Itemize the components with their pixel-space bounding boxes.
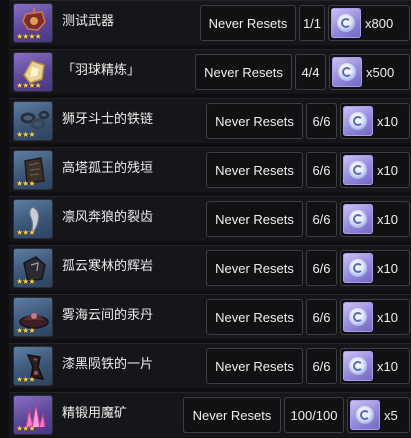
item-name: 雾海云间的汞丹 (62, 308, 154, 323)
reset-label: Never Resets (206, 348, 303, 384)
purchase-limit: 4/4 (295, 54, 326, 90)
item-rarity-stars: ★★★★ (16, 81, 42, 90)
shop-item-row[interactable]: ★★★★ 「羽球精炼」 Never Resets 4/4 x500 (9, 49, 411, 94)
item-thumbnail: ★★★ (13, 297, 53, 337)
reset-label: Never Resets (206, 250, 303, 286)
price-tag: x10 (340, 103, 410, 139)
item-thumbnail: ★★★ (13, 101, 53, 141)
price-tag: x800 (328, 5, 410, 41)
price-tag: x10 (340, 250, 410, 286)
item-rarity-stars: ★★★ (16, 179, 35, 188)
price-amount: x500 (366, 64, 395, 80)
price-amount: x10 (377, 162, 398, 178)
starglitter-gem-icon (350, 400, 380, 430)
item-name: 测试武器 (62, 14, 115, 29)
item-rarity-stars: ★★★ (16, 375, 35, 384)
reset-label: Never Resets (206, 201, 303, 237)
shop-item-row[interactable]: ★★★ 狮牙斗士的铁链 Never Resets 6/6 x10 (9, 98, 411, 143)
shop-item-row[interactable]: ★★★ 漆黑陨铁的一片 Never Resets 6/6 x10 (9, 343, 411, 388)
price-tag: x10 (340, 201, 410, 237)
item-rarity-stars: ★★★ (16, 277, 35, 286)
item-thumbnail: ★★★ (13, 199, 53, 239)
shop-item-row[interactable]: ★★★ 雾海云间的汞丹 Never Resets 6/6 x10 (9, 294, 411, 339)
shop-item-row[interactable]: ★★★ 凛风奔狼的裂齿 Never Resets 6/6 x10 (9, 196, 411, 241)
item-rarity-stars: ★★★ (16, 424, 35, 433)
price-amount: x10 (377, 260, 398, 276)
item-name: 精锻用魔矿 (62, 406, 128, 421)
starglitter-gem-icon (332, 57, 362, 87)
price-amount: x10 (377, 309, 398, 325)
starglitter-gem-icon (343, 106, 373, 136)
shop-item-row[interactable]: ★★★ 精锻用魔矿 Never Resets 100/100 x5 (9, 392, 411, 437)
reset-label: Never Resets (183, 397, 281, 433)
item-rarity-stars: ★★★ (16, 228, 35, 237)
item-thumbnail: ★★★ (13, 395, 53, 435)
shop-item-row[interactable]: ★★★★ 测试武器 Never Resets 1/1 x800 (9, 0, 411, 45)
reset-label: Never Resets (195, 54, 292, 90)
price-amount: x800 (365, 15, 394, 31)
shop-item-row[interactable]: ★★★ 高塔孤王的残垣 Never Resets 6/6 x10 (9, 147, 411, 192)
item-name: 凛风奔狼的裂齿 (62, 210, 154, 225)
purchase-limit: 6/6 (306, 250, 337, 286)
purchase-limit: 100/100 (284, 397, 344, 433)
shop-item-list: ★★★★ 测试武器 Never Resets 1/1 x800 ★★★★ 「羽球… (0, 0, 411, 438)
reset-label: Never Resets (206, 299, 303, 335)
starglitter-gem-icon (343, 204, 373, 234)
reset-label: Never Resets (200, 5, 296, 41)
purchase-limit: 6/6 (306, 103, 337, 139)
item-name: 「羽球精炼」 (62, 63, 141, 78)
starglitter-gem-icon (343, 253, 373, 283)
item-name: 高塔孤王的残垣 (62, 161, 154, 176)
item-name: 漆黑陨铁的一片 (62, 357, 154, 372)
starglitter-gem-icon (343, 302, 373, 332)
price-tag: x5 (347, 397, 410, 433)
item-name: 孤云寒林的辉岩 (62, 259, 154, 274)
item-thumbnail: ★★★★ (13, 52, 53, 92)
price-amount: x5 (384, 407, 398, 423)
item-name: 狮牙斗士的铁链 (62, 112, 154, 127)
price-tag: x10 (340, 299, 410, 335)
starglitter-gem-icon (343, 155, 373, 185)
reset-label: Never Resets (206, 152, 303, 188)
item-thumbnail: ★★★ (13, 150, 53, 190)
item-rarity-stars: ★★★ (16, 130, 35, 139)
price-amount: x10 (377, 358, 398, 374)
price-tag: x500 (329, 54, 410, 90)
item-rarity-stars: ★★★ (16, 326, 35, 335)
starglitter-gem-icon (343, 351, 373, 381)
item-thumbnail: ★★★ (13, 346, 53, 386)
item-rarity-stars: ★★★★ (16, 32, 42, 41)
item-thumbnail: ★★★★ (13, 3, 53, 43)
purchase-limit: 6/6 (306, 348, 337, 384)
starglitter-gem-icon (331, 8, 361, 38)
price-tag: x10 (340, 348, 410, 384)
purchase-limit: 6/6 (306, 152, 337, 188)
purchase-limit: 1/1 (299, 5, 325, 41)
purchase-limit: 6/6 (306, 299, 337, 335)
price-tag: x10 (340, 152, 410, 188)
price-amount: x10 (377, 113, 398, 129)
purchase-limit: 6/6 (306, 201, 337, 237)
reset-label: Never Resets (206, 103, 303, 139)
price-amount: x10 (377, 211, 398, 227)
item-thumbnail: ★★★ (13, 248, 53, 288)
shop-item-row[interactable]: ★★★ 孤云寒林的辉岩 Never Resets 6/6 x10 (9, 245, 411, 290)
